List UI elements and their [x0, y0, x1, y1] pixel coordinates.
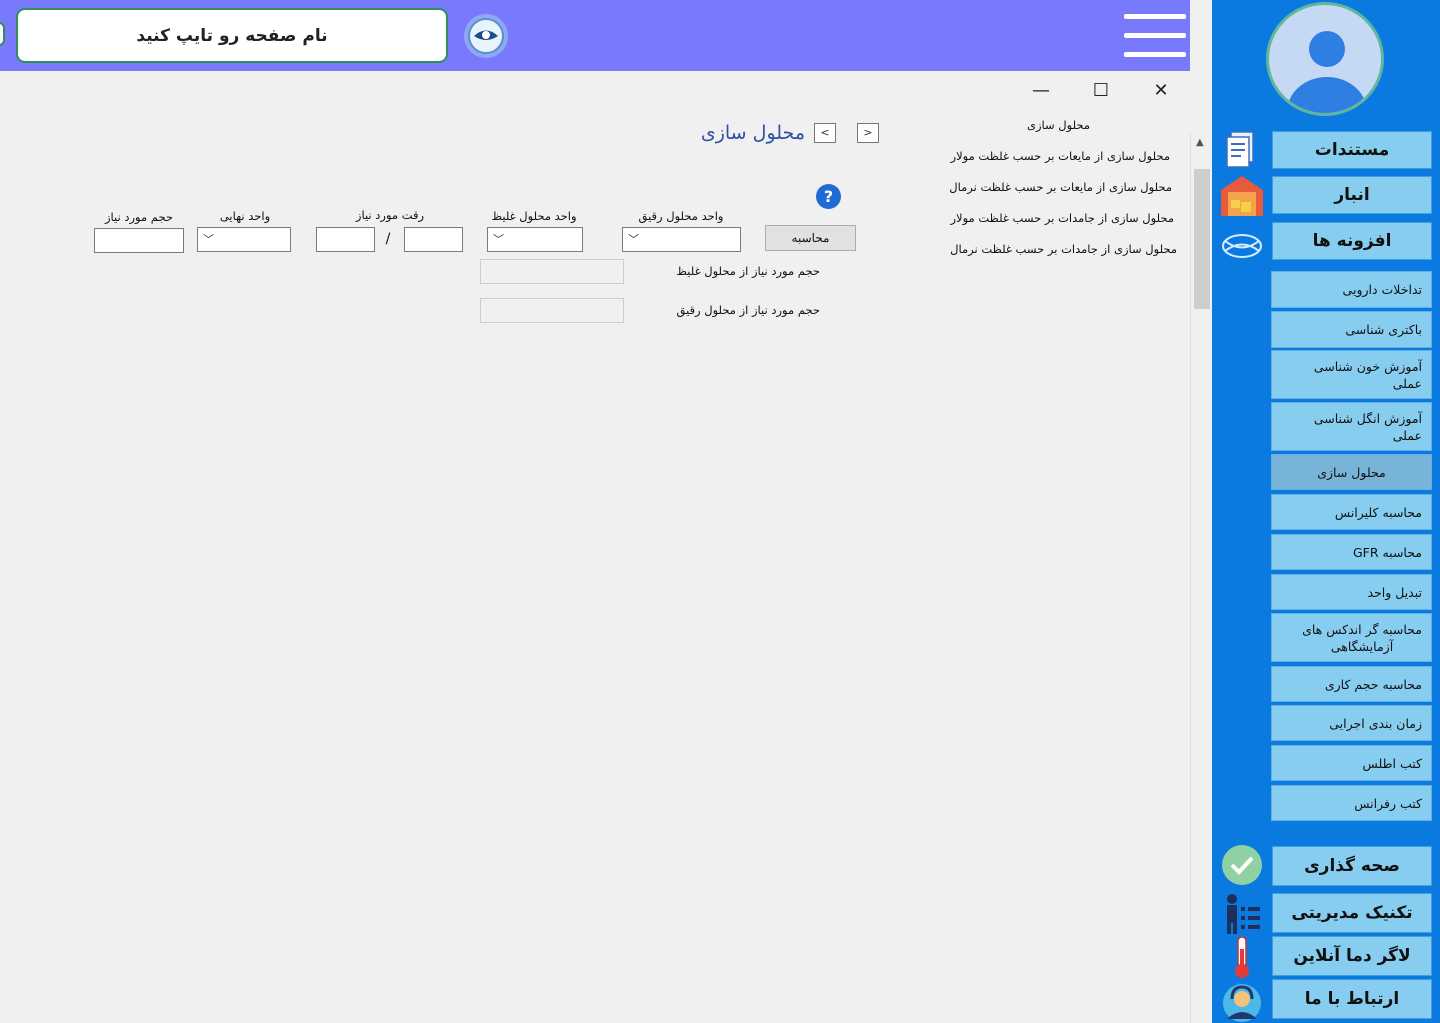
sidebar-item-schedule[interactable]: زمان بندی اجرایی [1271, 705, 1432, 741]
sidebar-item-gfr-calc[interactable]: محاسبه GFR [1271, 534, 1432, 570]
sidebar-item-hematology-training[interactable]: آموزش خون شناسی عملی [1271, 350, 1432, 399]
sidebar-item-parasitology-training[interactable]: آموزش انگل شناسی عملی [1271, 402, 1432, 451]
label-final-unit: واحد نهایی [219, 209, 271, 223]
close-button[interactable]: ✕ [1150, 80, 1172, 102]
label-volume-from-dilute: حجم مورد نیاز از محلول رقیق [676, 303, 820, 317]
maximize-button[interactable]: ☐ [1090, 80, 1112, 102]
hamburger-menu-icon[interactable] [1124, 14, 1186, 58]
validation-check-icon [1222, 845, 1262, 885]
help-icon[interactable]: ? [816, 184, 841, 209]
validation-button[interactable]: صحه گذاری [1272, 846, 1432, 886]
nav-link-solid-normal[interactable]: محلول سازی از جامدات بر حسب غلظت نرمال [877, 242, 1177, 256]
dilution-divider: / [385, 231, 391, 247]
documents-icon [1226, 131, 1254, 168]
page-title: محلول سازی [700, 122, 805, 144]
forward-arrow-button[interactable]: > [857, 123, 879, 143]
sidebar-item-reference-books[interactable]: کتب رفرانس [1271, 785, 1432, 821]
temperature-logger-button[interactable]: لاگر دما آنلاین [1272, 936, 1432, 976]
page-search-input[interactable]: نام صفحه رو تایپ کنید [16, 8, 448, 63]
concentrated-unit-select[interactable]: ﹀ [487, 227, 583, 252]
sidebar-item-unit-conversion[interactable]: تبدیل واحد [1271, 574, 1432, 610]
volume-from-dilute-output [480, 298, 624, 323]
management-technique-icon [1227, 894, 1260, 934]
dilution-denominator-input[interactable] [316, 227, 375, 252]
plugins-icon [1222, 234, 1262, 258]
warehouse-button[interactable]: انبار [1272, 176, 1432, 214]
dilute-unit-select[interactable]: ﹀ [622, 227, 741, 252]
calculate-button[interactable]: محاسبه [765, 225, 856, 251]
left-edge-tab [0, 22, 5, 46]
dilution-numerator-input[interactable] [404, 227, 463, 252]
sidebar-item-bacteriology[interactable]: باکتری شناسی [1271, 311, 1432, 348]
top-header: نام صفحه رو تایپ کنید [0, 0, 1190, 71]
nav-link-liquid-normal[interactable]: محلول سازی از مایعات بر حسب غلظت نرمال [872, 180, 1172, 194]
required-volume-input[interactable] [94, 228, 184, 253]
plugins-button[interactable]: افزونه ها [1272, 222, 1432, 260]
scroll-thumb[interactable] [1194, 169, 1210, 309]
sidebar-item-drug-interactions[interactable]: تداخلات دارویی [1271, 271, 1432, 308]
sidebar-item-solution-making[interactable]: محلول سازی [1271, 454, 1432, 490]
volume-from-concentrated-output [480, 259, 624, 284]
label-required-dilution: رقت مورد نیاز [355, 208, 425, 222]
sidebar-item-atlas-books[interactable]: کتب اطلس [1271, 745, 1432, 781]
label-volume-from-concentrated: حجم مورد نیاز از محلول غلیظ [676, 264, 820, 278]
label-dilute-unit: واحد محلول رقیق [638, 209, 724, 223]
management-technique-button[interactable]: تکنیک مدیریتی [1272, 893, 1432, 933]
nav-link-liquid-molar[interactable]: محلول سازی از مایعات بر حسب غلظت مولار [870, 149, 1170, 163]
chevron-down-icon: ﹀ [628, 233, 639, 246]
chevron-down-icon: ﹀ [493, 233, 504, 246]
minimize-button[interactable]: — [1030, 80, 1052, 102]
final-unit-select[interactable]: ﹀ [197, 227, 291, 252]
nav-link-solid-molar[interactable]: محلول سازی از جامدات بر حسب غلظت مولار [874, 211, 1174, 225]
chevron-down-icon: ﹀ [203, 233, 214, 246]
eye-logo-icon[interactable] [462, 13, 510, 59]
thermometer-icon [1235, 936, 1249, 978]
sidebar-item-lab-index-calc[interactable]: محاسبه گر اندکس های آزمایشگاهی [1271, 613, 1432, 662]
sidebar-item-workload-calc[interactable]: محاسبه حجم کاری [1271, 666, 1432, 702]
back-arrow-button[interactable]: < [814, 123, 836, 143]
label-required-volume: حجم مورد نیاز [104, 210, 173, 224]
label-concentrated-unit: واحد محلول غلیظ [491, 209, 577, 223]
warehouse-icon [1221, 176, 1263, 216]
documents-button[interactable]: مستندات [1272, 131, 1432, 169]
sidebar-item-clearance-calc[interactable]: محاسبه کلیرانس [1271, 494, 1432, 530]
vertical-scrollbar[interactable]: ▲ [1190, 133, 1212, 1023]
user-avatar[interactable] [1266, 2, 1384, 116]
scroll-up-icon[interactable]: ▲ [1196, 137, 1204, 148]
contact-us-button[interactable]: ارتباط با ما [1272, 979, 1432, 1019]
contact-support-icon [1223, 984, 1261, 1022]
